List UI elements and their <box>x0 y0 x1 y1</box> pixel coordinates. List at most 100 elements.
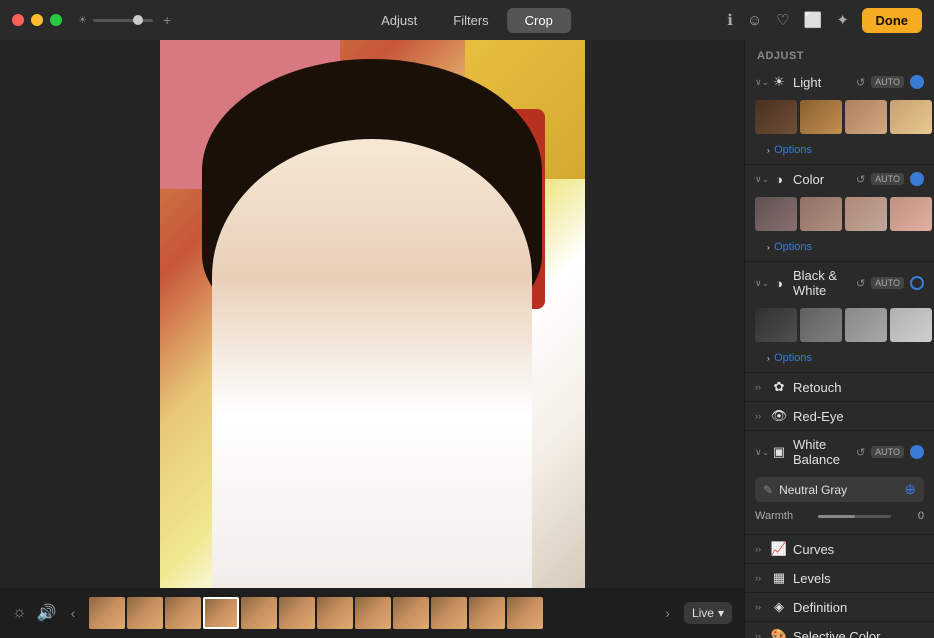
brightness-track[interactable] <box>93 19 153 22</box>
film-thumb-11[interactable] <box>469 597 505 629</box>
section-wb-header[interactable]: ∨ ▣ White Balance ↺ AUTO <box>745 431 934 473</box>
bw-label: Black & White <box>793 268 850 298</box>
film-thumb-12[interactable] <box>507 597 543 629</box>
film-thumb-5[interactable] <box>241 597 277 629</box>
section-color-header[interactable]: ∨ ◑ Color ↺ AUTO <box>745 165 934 193</box>
bw-auto-badge[interactable]: AUTO <box>871 277 904 289</box>
section-bw-header[interactable]: ∨ ◑ Black & White ↺ AUTO <box>745 262 934 304</box>
volume-icon[interactable]: 🔊 <box>37 603 57 623</box>
section-definition-header[interactable]: › ◈ Definition <box>745 593 934 621</box>
warmth-row: Warmth 0 <box>755 510 924 522</box>
levels-icon: ▦ <box>771 570 787 586</box>
tab-filters[interactable]: Filters <box>435 8 506 33</box>
bw-options-btn[interactable]: Options <box>774 352 812 364</box>
heart-icon[interactable]: ♡ <box>776 11 789 29</box>
bw-thumb-3[interactable] <box>845 308 887 342</box>
light-thumb-2[interactable] <box>800 100 842 134</box>
bw-icon: ◑ <box>771 275 787 291</box>
live-label: Live <box>692 606 714 620</box>
filmstrip-next[interactable]: › <box>661 605 674 621</box>
light-toggle[interactable] <box>910 75 924 89</box>
tab-adjust[interactable]: Adjust <box>363 8 435 33</box>
section-levels: › ▦ Levels <box>745 564 934 593</box>
filmstrip-prev[interactable]: ‹ <box>67 605 80 621</box>
section-curves: › 📈 Curves <box>745 535 934 564</box>
light-thumb-3[interactable] <box>845 100 887 134</box>
film-thumb-9[interactable] <box>393 597 429 629</box>
panel-title: ADJUST <box>745 40 934 68</box>
wb-controls: ↺ AUTO <box>856 445 924 459</box>
section-selective-color-header[interactable]: › 🎨 Selective Color <box>745 622 934 638</box>
section-redeye-header[interactable]: › 👁 Red-Eye <box>745 402 934 430</box>
section-levels-header[interactable]: › ▦ Levels <box>745 564 934 592</box>
light-label: Light <box>793 75 850 90</box>
magic-icon[interactable]: ✦ <box>836 11 849 29</box>
live-dropdown[interactable]: Live ▾ <box>684 602 732 624</box>
section-light: ∨ ☀ Light ↺ AUTO › Options <box>745 68 934 165</box>
wb-toggle[interactable] <box>910 445 924 459</box>
emoji-icon[interactable]: ☺ <box>747 12 762 29</box>
wb-preset-select[interactable]: ✎ Neutral Gray ⊕ <box>755 477 924 502</box>
minimize-button[interactable] <box>31 14 43 26</box>
bw-reset-icon[interactable]: ↺ <box>856 277 865 290</box>
section-color: ∨ ◑ Color ↺ AUTO › Options <box>745 165 934 262</box>
wb-content: ✎ Neutral Gray ⊕ Warmth 0 <box>745 473 934 534</box>
color-options-btn[interactable]: Options <box>774 241 812 253</box>
color-auto-badge[interactable]: AUTO <box>871 173 904 185</box>
bw-thumb-1[interactable] <box>755 308 797 342</box>
film-thumb-10[interactable] <box>431 597 467 629</box>
light-thumb-4[interactable] <box>890 100 932 134</box>
sun-icon[interactable]: ☼ <box>12 604 27 622</box>
done-button[interactable]: Done <box>862 8 923 33</box>
film-thumb-8[interactable] <box>355 597 391 629</box>
bw-thumb-2[interactable] <box>800 308 842 342</box>
film-thumb-2[interactable] <box>127 597 163 629</box>
expand-icon[interactable]: ⬜ <box>804 11 823 29</box>
close-button[interactable] <box>12 14 24 26</box>
light-reset-icon[interactable]: ↺ <box>856 76 865 89</box>
color-thumb-1[interactable] <box>755 197 797 231</box>
warmth-label: Warmth <box>755 510 810 522</box>
light-auto-badge[interactable]: AUTO <box>871 76 904 88</box>
bw-thumbs <box>745 304 934 346</box>
section-definition: › ◈ Definition <box>745 593 934 622</box>
color-thumb-2[interactable] <box>800 197 842 231</box>
warmth-value: 0 <box>899 510 924 522</box>
color-thumb-4[interactable] <box>890 197 932 231</box>
film-thumb-3[interactable] <box>165 597 201 629</box>
maximize-button[interactable] <box>50 14 62 26</box>
definition-chevron: › <box>755 602 765 612</box>
wb-auto-badge[interactable]: AUTO <box>871 446 904 458</box>
color-reset-icon[interactable]: ↺ <box>856 173 865 186</box>
color-thumbs <box>745 193 934 235</box>
film-thumb-1[interactable] <box>89 597 125 629</box>
film-thumb-7[interactable] <box>317 597 353 629</box>
redeye-chevron: › <box>755 411 765 421</box>
section-retouch-header[interactable]: › ✿ Retouch <box>745 373 934 401</box>
wb-select-icon: ✎ <box>763 483 773 497</box>
film-thumb-4[interactable] <box>203 597 239 629</box>
brightness-slider: ☀ + <box>78 12 171 28</box>
selective-color-icon: 🎨 <box>771 628 787 638</box>
brightness-thumb[interactable] <box>133 15 143 25</box>
curves-label: Curves <box>793 542 924 557</box>
warmth-slider[interactable] <box>818 515 891 518</box>
film-thumb-6[interactable] <box>279 597 315 629</box>
section-curves-header[interactable]: › 📈 Curves <box>745 535 934 563</box>
section-light-header[interactable]: ∨ ☀ Light ↺ AUTO <box>745 68 934 96</box>
bw-thumb-4[interactable] <box>890 308 932 342</box>
color-toggle[interactable] <box>910 172 924 186</box>
light-thumb-1[interactable] <box>755 100 797 134</box>
bw-options-triangle: › <box>767 354 770 363</box>
wb-reset-icon[interactable]: ↺ <box>856 446 865 459</box>
color-thumb-3[interactable] <box>845 197 887 231</box>
retouch-label: Retouch <box>793 380 924 395</box>
bw-toggle[interactable] <box>910 276 924 290</box>
color-options: › Options <box>745 235 934 261</box>
wb-icon: ▣ <box>771 444 787 460</box>
light-options-btn[interactable]: Options <box>774 144 812 156</box>
main-photo <box>160 40 585 588</box>
definition-label: Definition <box>793 600 924 615</box>
info-icon[interactable]: ℹ <box>727 11 733 29</box>
tab-crop[interactable]: Crop <box>507 8 571 33</box>
